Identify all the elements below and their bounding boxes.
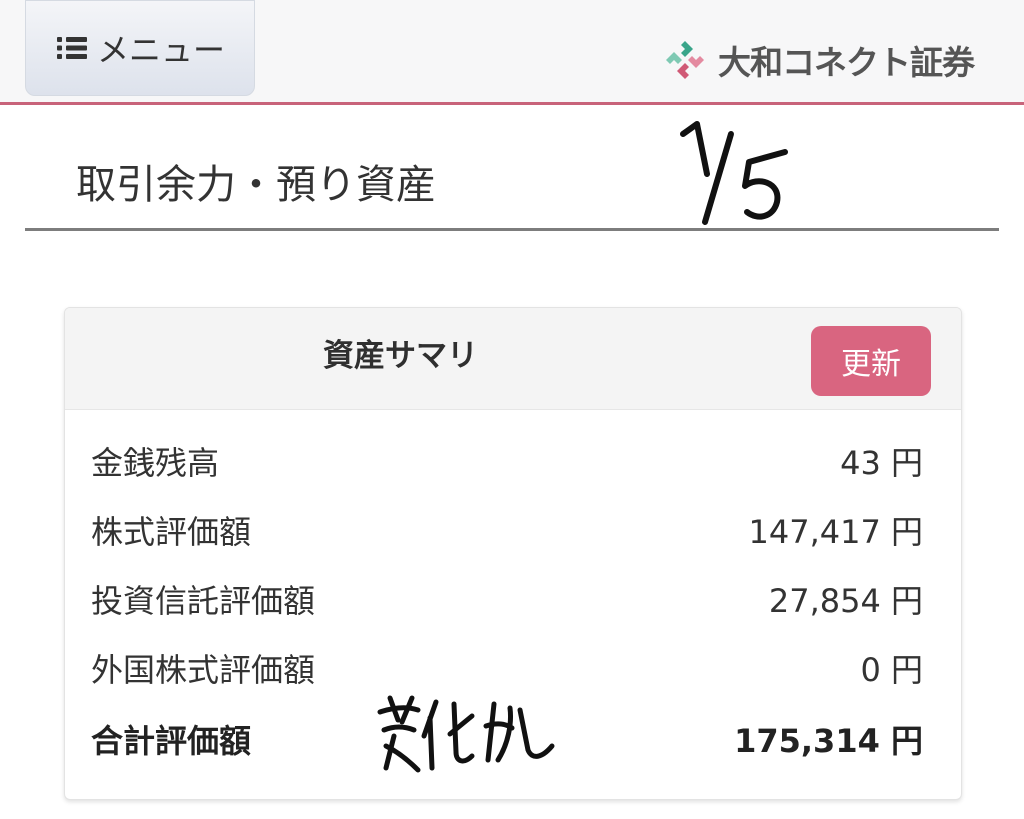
page-title: 取引余力・預り資産 [76,162,436,208]
list-icon [55,35,89,61]
handwritten-note [377,695,555,773]
menu-button[interactable]: メニュー [25,0,255,96]
row-label: 合計評価額 [91,722,252,760]
brand-logo[interactable]: 大和コネクト証券 [662,36,975,84]
daiwa-connect-logo-icon [662,37,708,83]
card-title: 資産サマリ [323,338,478,374]
cash-balance-row: 金銭残高 43 円 [91,436,923,486]
card-header: 資産サマリ 更新 [65,308,961,410]
foreign-stock-valuation-row: 外国株式評価額 0 円 [91,643,923,693]
row-label: 投資信託評価額 [91,582,316,620]
menu-label: メニュー [96,31,225,69]
top-bar: メニュー 大和コネクト証券 [0,0,1024,103]
row-value: 27,854 円 [768,582,923,620]
row-value: 175,314 円 [734,722,923,760]
header-divider [0,102,1024,105]
row-value: 0 円 [860,651,923,689]
handwritten-page-note [680,121,788,225]
row-label: 株式評価額 [91,513,252,551]
row-value: 147,417 円 [748,513,923,551]
title-underline [25,228,999,231]
row-label: 金銭残高 [91,444,220,482]
brand-name: 大和コネクト証券 [718,43,975,82]
row-value: 43 円 [840,444,923,482]
refresh-button[interactable]: 更新 [811,326,931,396]
stock-valuation-row: 株式評価額 147,417 円 [91,505,923,555]
fund-valuation-row: 投資信託評価額 27,854 円 [91,574,923,624]
row-label: 外国株式評価額 [91,651,316,689]
